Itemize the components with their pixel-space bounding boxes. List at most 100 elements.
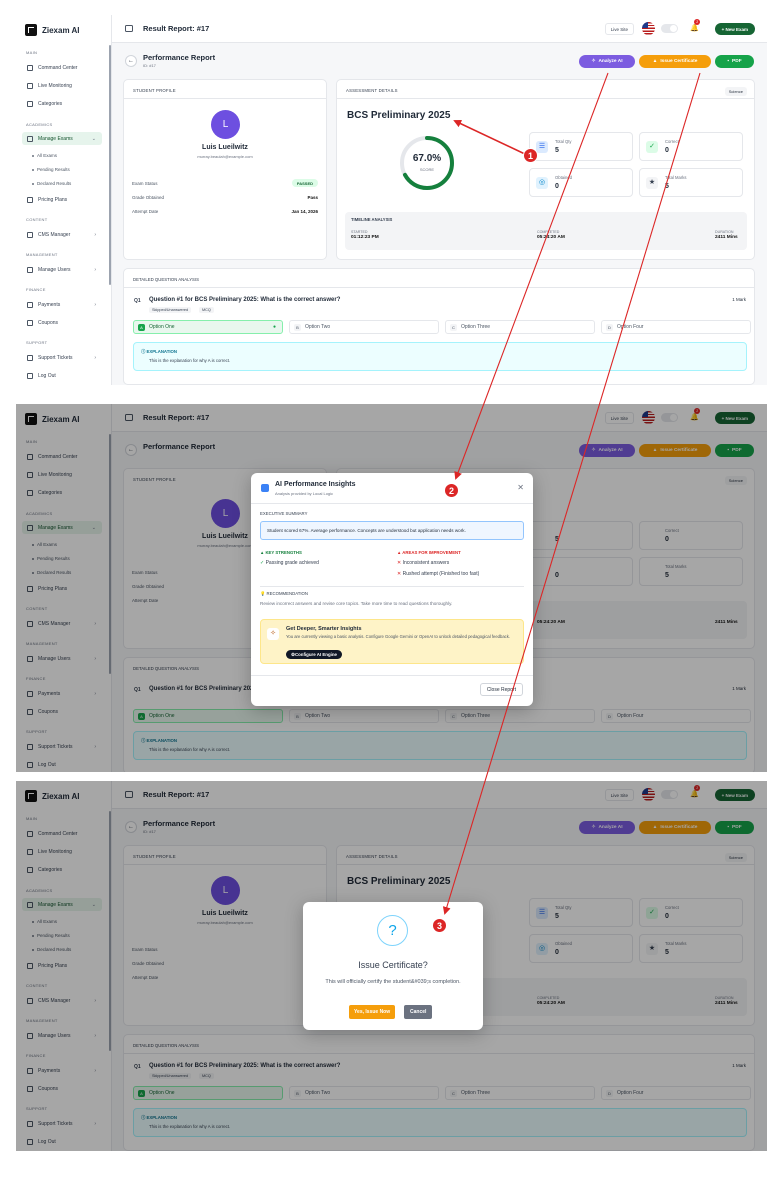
exam-title: BCS Preliminary 2025 bbox=[347, 110, 451, 121]
sidebar-subitem-pending-results[interactable]: Pending Results bbox=[32, 167, 70, 172]
sidebar-item-support-tickets[interactable]: Support Tickets › bbox=[22, 351, 102, 364]
recommendation-header: 💡 RECOMMENDATION bbox=[260, 591, 309, 596]
divider bbox=[260, 586, 524, 587]
score-label: SCORE bbox=[419, 167, 435, 172]
row-label: Exam Status bbox=[132, 181, 158, 186]
support-icon bbox=[27, 354, 33, 361]
avatar: L bbox=[211, 110, 240, 139]
recommendation-header-text: RECOMMENDATION bbox=[266, 591, 309, 596]
option-key: A bbox=[138, 323, 145, 331]
improvement-header-text: AREAS FOR IMPROVEMENT bbox=[402, 550, 461, 555]
timeline-analysis: TIMELINE ANALYSIS STARTED 01:12:23 PM COM… bbox=[345, 212, 747, 250]
chevron-right-icon: › bbox=[94, 301, 96, 308]
page-title: Performance Report bbox=[143, 53, 216, 62]
sidebar: Ziexam AI MAIN Command Center Live Monit… bbox=[16, 15, 112, 385]
improvement-item: ✕ Inconsistent answers bbox=[397, 560, 449, 566]
divider bbox=[251, 675, 533, 676]
sidebar-item-manage-users[interactable]: Manage Users › bbox=[22, 263, 102, 276]
sidebar-subitem-declared-results[interactable]: Declared Results bbox=[32, 181, 71, 186]
button-label: Configure AI Engine bbox=[294, 652, 337, 657]
option-label: Option One bbox=[149, 324, 175, 330]
sidebar-toggle-icon[interactable] bbox=[125, 25, 133, 32]
us-flag-icon[interactable] bbox=[642, 22, 655, 35]
timeline-value: 01:12:23 PM bbox=[351, 235, 379, 240]
sidebar-item-payments[interactable]: Payments › bbox=[22, 298, 102, 311]
row-label: Attempt Date bbox=[132, 209, 159, 214]
close-icon[interactable]: ✕ bbox=[517, 483, 524, 492]
configure-ai-engine-button[interactable]: ⚙ Configure AI Engine bbox=[286, 650, 342, 659]
sidebar-item-categories[interactable]: Categories bbox=[22, 97, 102, 110]
back-button[interactable]: ← bbox=[125, 55, 137, 67]
stat-value: 5 bbox=[555, 147, 559, 154]
section-finance: FINANCE bbox=[26, 287, 46, 292]
promo-title: Get Deeper, Smarter Insights bbox=[286, 626, 362, 632]
dialog-text: This will officially certify the student… bbox=[325, 979, 461, 985]
screenshot-panel-1: Ziexam AI MAIN Command Center Live Monit… bbox=[16, 15, 767, 385]
option-key: B bbox=[294, 323, 301, 331]
sidebar-item-manage-exams[interactable]: Manage Exams ⌄ bbox=[22, 132, 102, 145]
certificate-icon: ▲ bbox=[652, 59, 658, 64]
option-label: Option Four bbox=[617, 324, 644, 330]
theme-toggle[interactable] bbox=[661, 24, 678, 33]
analyze-ai-button[interactable]: ✧ Analyze AI bbox=[579, 55, 635, 68]
student-email: murray.beaulah@example.com bbox=[197, 154, 253, 159]
logout-icon bbox=[27, 372, 33, 379]
bell-icon[interactable]: 🔔 2 bbox=[690, 19, 701, 32]
close-report-button[interactable]: Close Report bbox=[479, 683, 523, 696]
sidebar-item-live-monitoring[interactable]: Live Monitoring bbox=[22, 79, 102, 92]
grid-icon bbox=[27, 64, 33, 71]
top-header: Result Report: #17 Live Site 🔔 2 + New Ex… bbox=[112, 15, 767, 43]
timeline-label: STARTED bbox=[351, 230, 368, 234]
sidebar-scrollbar[interactable] bbox=[109, 45, 111, 285]
chevron-right-icon: › bbox=[94, 231, 96, 238]
section-management: MANAGEMENT bbox=[26, 252, 58, 257]
timeline-value: 2411 Mins bbox=[715, 235, 738, 240]
report-id: ID: #17 bbox=[143, 63, 156, 68]
improvement-text: Inconsistent answers bbox=[402, 560, 450, 566]
activity-icon bbox=[27, 82, 33, 89]
assessment-details-card: ASSESSMENT DETAILS Science BCS Prelimina… bbox=[336, 79, 755, 260]
callout-3: 3 bbox=[432, 918, 447, 933]
card-header: ASSESSMENT DETAILS bbox=[346, 88, 398, 93]
check-icon: ✓ bbox=[646, 141, 658, 153]
chevron-down-icon: ⌄ bbox=[91, 135, 96, 142]
timeline-duration: DURATION 2411 Mins bbox=[715, 230, 738, 240]
sidebar-item-log-out[interactable]: Log Out bbox=[22, 369, 102, 382]
attempt-date-row: Attempt Date Jan 14, 2026 bbox=[132, 209, 318, 214]
question-analysis-card: DETAILED QUESTION ANALYSIS Q1 Question #… bbox=[123, 268, 755, 385]
button-label: Analyze AI bbox=[598, 59, 623, 64]
sidebar-item-coupons[interactable]: Coupons bbox=[22, 316, 102, 329]
sidebar-item-label: CMS Manager bbox=[38, 231, 71, 238]
confirm-issue-button[interactable]: Yes, Issue Now bbox=[349, 1005, 396, 1019]
sidebar-item-pricing-plans[interactable]: Pricing Plans bbox=[22, 193, 102, 206]
cancel-button[interactable]: Cancel bbox=[404, 1005, 433, 1019]
explanation-title: ⓘ EXPLANATION bbox=[141, 349, 177, 354]
logo[interactable]: Ziexam AI bbox=[25, 24, 80, 36]
chevron-right-icon: › bbox=[94, 354, 96, 361]
pdf-button[interactable]: ▪ PDF bbox=[715, 55, 754, 68]
option-b: B Option Two bbox=[289, 320, 439, 334]
stat-label: Correct bbox=[665, 139, 679, 144]
stat-label: Total Qty bbox=[555, 139, 572, 144]
stat-label: Obtained bbox=[555, 175, 572, 180]
divider bbox=[251, 503, 533, 504]
users-icon bbox=[27, 266, 33, 273]
sidebar-subitem-all-exams[interactable]: All Exams bbox=[32, 153, 57, 158]
strengths-header: ▲ KEY STRENGTHS bbox=[260, 550, 302, 555]
sidebar-item-cms-manager[interactable]: CMS Manager › bbox=[22, 228, 102, 241]
check-icon: ✓ bbox=[260, 560, 265, 566]
button-label: PDF bbox=[732, 59, 742, 64]
live-site-button[interactable]: Live Site bbox=[604, 23, 634, 35]
sidebar-item-label: Manage Users bbox=[38, 266, 71, 273]
option-label: Option Two bbox=[305, 324, 331, 330]
sidebar-item-command-center[interactable]: Command Center bbox=[22, 61, 102, 74]
executive-summary-header: EXECUTIVE SUMMARY bbox=[260, 511, 308, 516]
option-d: D Option Four bbox=[601, 320, 751, 334]
logo-text: Ziexam AI bbox=[42, 25, 80, 35]
section-main: MAIN bbox=[26, 50, 38, 55]
question-icon: ? bbox=[377, 915, 408, 946]
issue-certificate-button[interactable]: ▲ Issue Certificate bbox=[639, 55, 711, 68]
folder-icon bbox=[27, 100, 33, 107]
improvement-header: ▲ AREAS FOR IMPROVEMENT bbox=[397, 550, 461, 555]
new-exam-button[interactable]: + New Exam bbox=[714, 23, 755, 35]
